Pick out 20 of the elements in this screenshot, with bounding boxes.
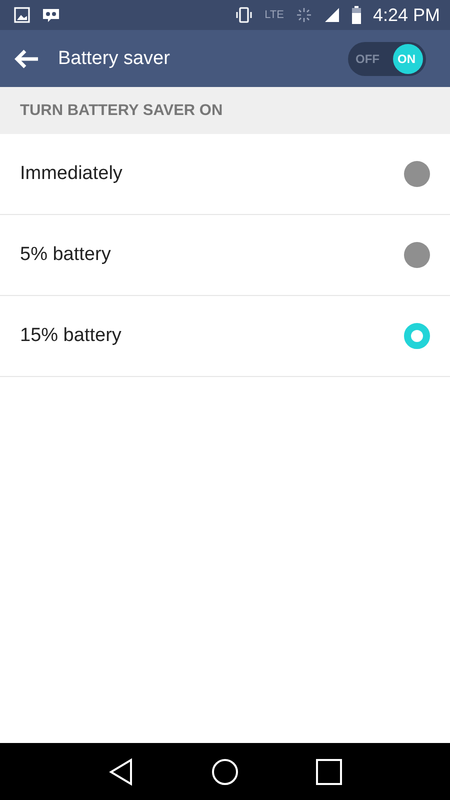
option-row[interactable]: 15% battery: [0, 296, 450, 377]
radio-button[interactable]: [404, 242, 430, 268]
voicemail-icon: [42, 8, 60, 22]
radio-button[interactable]: [404, 323, 430, 349]
signal-icon: [324, 7, 340, 23]
clock: 4:24 PM: [372, 4, 440, 26]
back-icon[interactable]: [108, 758, 134, 786]
home-icon[interactable]: [210, 758, 239, 786]
recents-icon[interactable]: [316, 758, 342, 784]
screen-title: Battery saver: [58, 48, 170, 70]
radio-button[interactable]: [404, 161, 430, 187]
image-icon: [14, 7, 30, 23]
option-row[interactable]: Immediately: [0, 134, 450, 215]
battery-icon: [352, 6, 361, 24]
data-activity-icon: [296, 7, 312, 23]
vibrate-icon: [234, 7, 253, 23]
section-header: TURN BATTERY SAVER ON: [0, 87, 450, 134]
network-type: LTE: [264, 9, 284, 21]
option-row[interactable]: 5% battery: [0, 215, 450, 296]
back-button[interactable]: [14, 48, 40, 68]
